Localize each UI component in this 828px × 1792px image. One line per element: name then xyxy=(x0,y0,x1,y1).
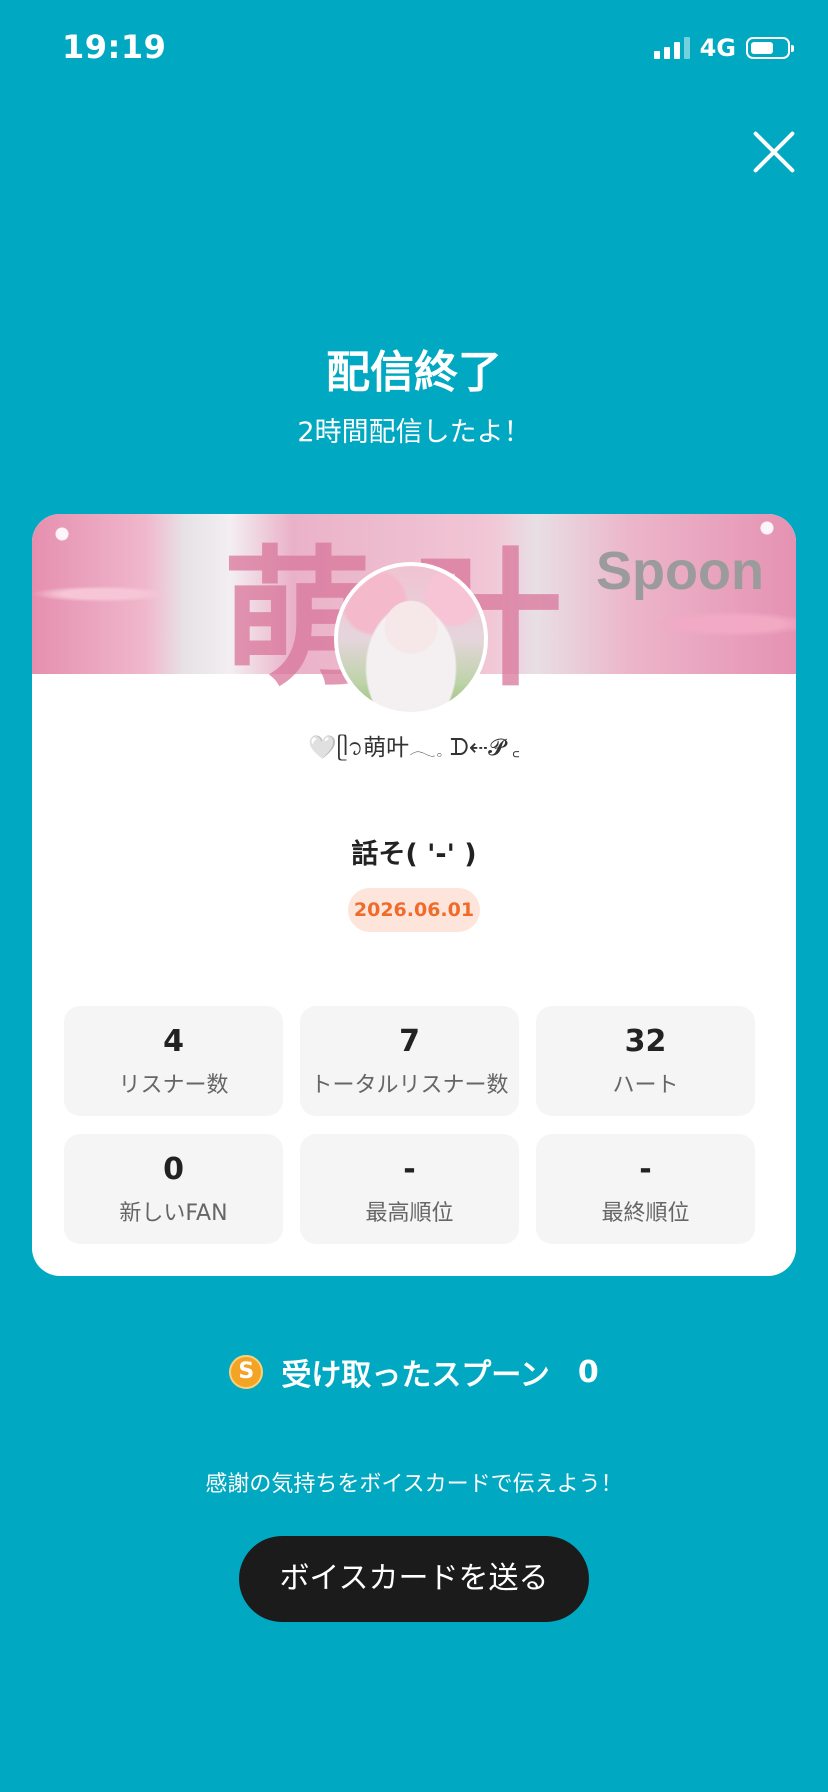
stat-new-fans: 0 新しいFAN xyxy=(64,1134,283,1244)
dj-nickname: 🤍ᥫ᭡萌叶𓂃𓈒 ᗪ⇠𝓟 ꜀ xyxy=(307,735,520,761)
spoons-count: 0 xyxy=(577,1354,599,1390)
stats-grid: 4 リスナー数 7 トータルリスナー数 32 ハート 0 新しいFAN - 最高… xyxy=(64,1006,764,1244)
page-subtitle: 2時間配信したよ！ xyxy=(297,417,531,448)
stat-value: 0 xyxy=(163,1152,184,1187)
battery-icon xyxy=(746,37,794,59)
avatar[interactable] xyxy=(334,562,488,716)
stat-value: 32 xyxy=(624,1024,667,1059)
stat-value: - xyxy=(403,1152,416,1187)
thanks-message: 感謝の気持ちをボイスカードで伝えよう！ xyxy=(205,1472,623,1497)
spoon-coin-icon: S xyxy=(229,1355,264,1389)
page-title: 配信終了 xyxy=(326,347,502,398)
stat-value: - xyxy=(639,1152,652,1187)
stat-highest-rank: - 最高順位 xyxy=(300,1134,519,1244)
status-time: 19:19 xyxy=(62,28,167,66)
network-type: 4G xyxy=(699,34,736,62)
date-badge: 2026.06.01 xyxy=(348,888,480,932)
stat-label: ハート xyxy=(612,1073,679,1098)
stat-label: 最終順位 xyxy=(601,1201,690,1226)
status-indicators: 4G xyxy=(653,34,794,62)
stat-value: 7 xyxy=(399,1024,420,1059)
stat-label: 最高順位 xyxy=(365,1201,454,1226)
stat-hearts: 32 ハート xyxy=(536,1006,755,1116)
stat-listeners: 4 リスナー数 xyxy=(64,1006,283,1116)
stat-label: リスナー数 xyxy=(118,1073,229,1098)
spoons-label: 受け取ったスプーン xyxy=(281,1358,550,1393)
stat-label: トータルリスナー数 xyxy=(310,1073,509,1098)
live-summary-card: 萌叶 Spoon 🤍ᥫ᭡萌叶𓂃𓈒 ᗪ⇠𝓟 ꜀ 話そ( '-' ) 2026.06… xyxy=(32,514,796,1276)
stat-final-rank: - 最終順位 xyxy=(536,1134,755,1244)
spoon-logo: Spoon xyxy=(596,541,764,601)
stat-value: 4 xyxy=(163,1024,184,1059)
live-title: 話そ( '-' ) xyxy=(351,839,477,870)
send-voice-card-button[interactable]: ボイスカードを送る xyxy=(239,1536,589,1622)
signal-icon xyxy=(653,37,690,59)
close-icon[interactable] xyxy=(748,126,800,178)
spoons-received: S 受け取ったスプーン 0 xyxy=(0,1350,828,1394)
stat-label: 新しいFAN xyxy=(119,1201,228,1226)
stat-total-listeners: 7 トータルリスナー数 xyxy=(300,1006,519,1116)
